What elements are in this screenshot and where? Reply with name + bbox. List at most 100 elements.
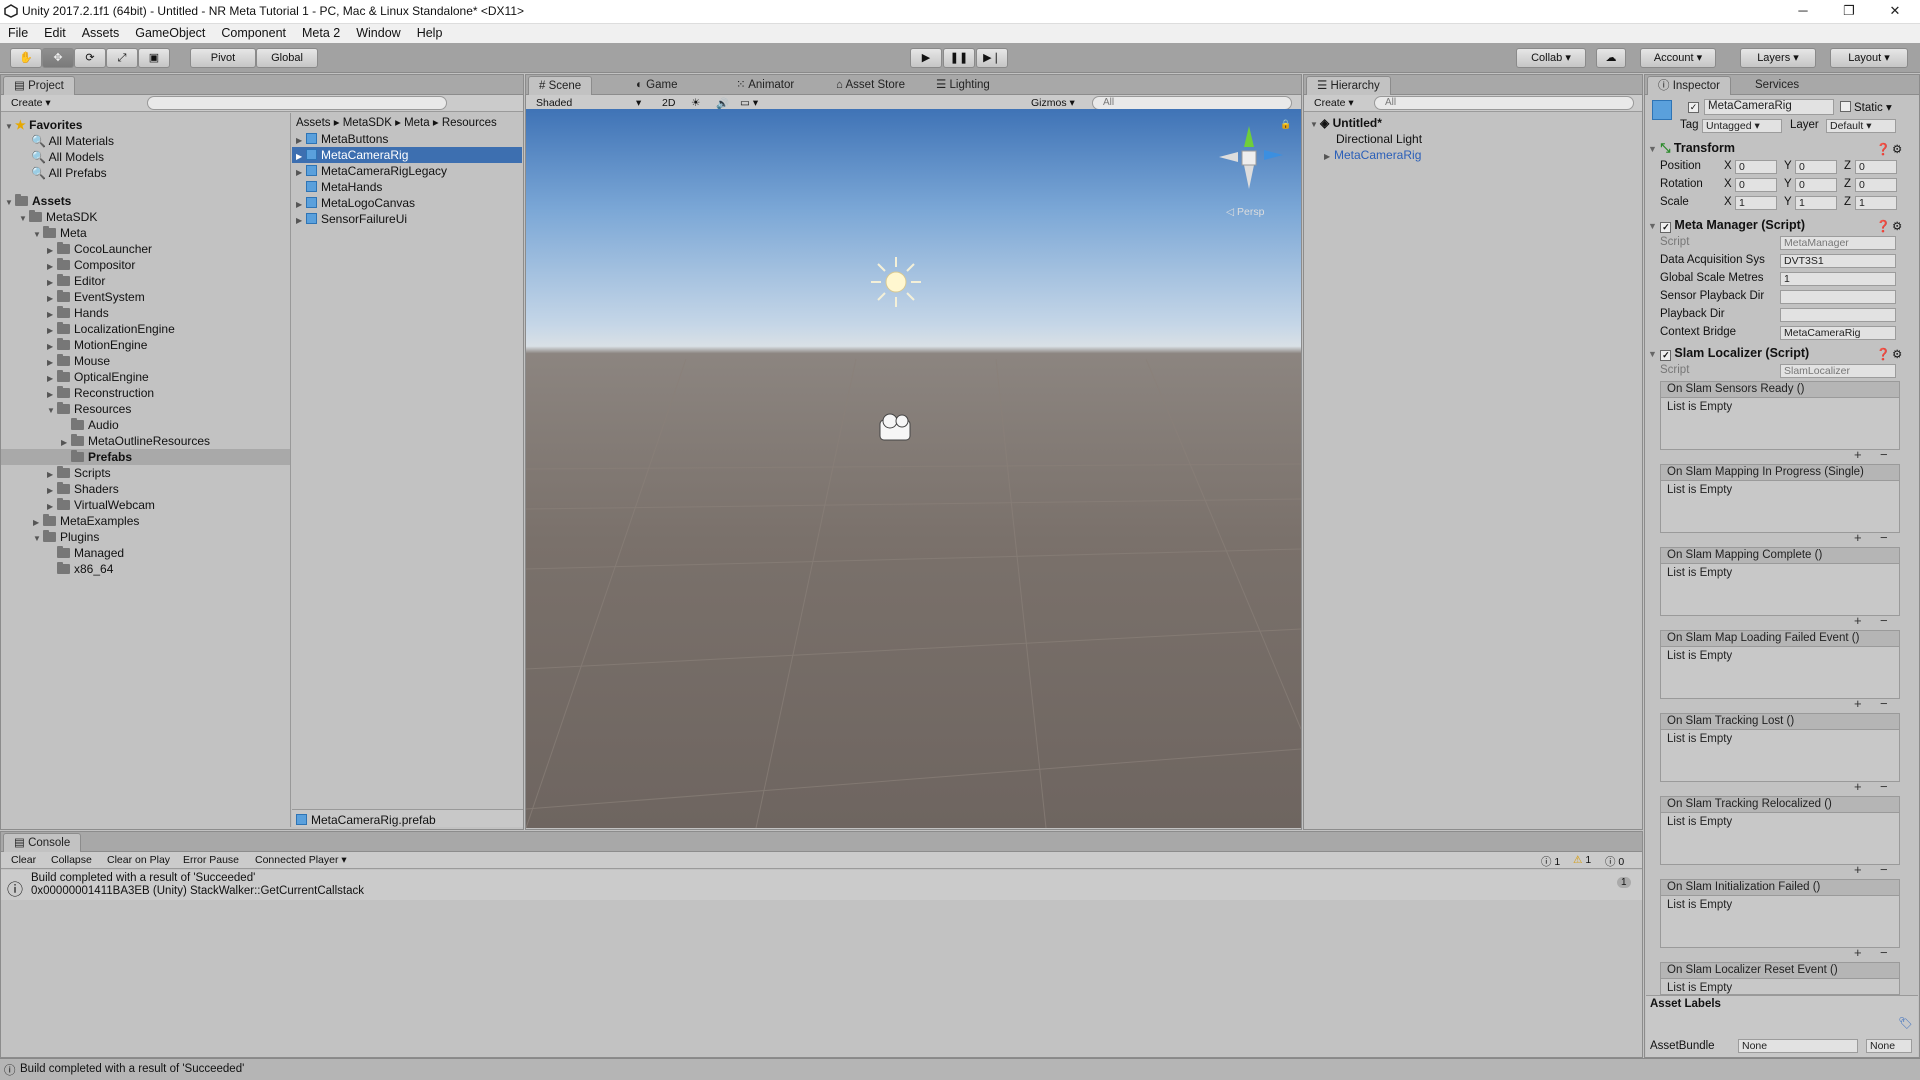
menu-help[interactable]: Help — [409, 24, 451, 43]
hierarchy-create-button[interactable]: Create ▾ — [1314, 97, 1354, 109]
tab-animator[interactable]: ⁙ Animator — [726, 76, 804, 95]
tree-item[interactable]: Audio — [61, 417, 119, 433]
tree-item[interactable]: x86_64 — [47, 561, 113, 577]
cloud-icon[interactable]: ☁ — [1596, 48, 1626, 68]
global-scale-field[interactable]: 1 — [1780, 272, 1896, 286]
remove-event-button[interactable]: − — [1880, 447, 1888, 462]
remove-event-button[interactable]: − — [1880, 945, 1888, 960]
menu-gameobject[interactable]: GameObject — [127, 24, 213, 43]
gear-icon[interactable]: ⚙ — [1892, 219, 1902, 233]
tag-dropdown[interactable]: Untagged ▾ — [1702, 119, 1782, 133]
add-event-button[interactable]: + — [1854, 530, 1862, 545]
persp-label[interactable]: ◁ Persp — [1226, 206, 1264, 218]
hierarchy-item[interactable]: Directional Light — [1336, 131, 1422, 147]
layout-dropdown[interactable]: Layout ▾ — [1830, 48, 1908, 68]
tab-asset-store[interactable]: ⌂ Asset Store — [826, 76, 915, 95]
gear-icon[interactable]: ⚙ — [1892, 347, 1902, 361]
hand-tool-icon[interactable]: ✋ — [10, 48, 42, 68]
tab-scene[interactable]: # Scene — [528, 76, 593, 95]
favorite-item[interactable]: 🔍 All Materials — [31, 133, 114, 149]
camera-icon[interactable] — [879, 413, 911, 441]
sun-icon[interactable] — [871, 257, 921, 307]
layers-dropdown[interactable]: Layers ▾ — [1740, 48, 1816, 68]
object-name-field[interactable]: MetaCameraRig — [1704, 99, 1834, 115]
remove-event-button[interactable]: − — [1880, 779, 1888, 794]
remove-event-button[interactable]: − — [1880, 530, 1888, 545]
add-event-button[interactable]: + — [1854, 862, 1862, 877]
console-collapse-button[interactable]: Collapse — [51, 854, 92, 866]
tab-inspector[interactable]: ⓘ Inspector — [1647, 76, 1732, 95]
step-button[interactable]: ▶❘ — [976, 48, 1008, 68]
play-button[interactable]: ▶ — [910, 48, 942, 68]
hierarchy-search-input[interactable]: All — [1374, 96, 1634, 110]
remove-event-button[interactable]: − — [1880, 613, 1888, 628]
console-log-entry[interactable]: ⓘ Build completed with a result of 'Succ… — [1, 870, 1642, 900]
scene-search-input[interactable]: All — [1092, 96, 1292, 110]
sensor-playback-field[interactable] — [1780, 290, 1896, 304]
lighting-toggle-icon[interactable]: ☀ — [691, 97, 700, 109]
playback-dir-field[interactable] — [1780, 308, 1896, 322]
tab-game[interactable]: ◐ Game — [626, 76, 687, 95]
tab-services[interactable]: Services — [1745, 76, 1809, 95]
menu-assets[interactable]: Assets — [74, 24, 128, 43]
info-count-toggle[interactable]: ⓘ 1 — [1541, 854, 1560, 869]
favorite-item[interactable]: 🔍 All Prefabs — [31, 165, 107, 181]
scale-x-field[interactable]: 1 — [1735, 196, 1777, 210]
gizmos-dropdown[interactable]: Gizmos ▾ — [1031, 97, 1075, 109]
shading-mode-arrow[interactable]: ▾ — [636, 97, 641, 109]
add-event-button[interactable]: + — [1854, 613, 1862, 628]
menu-meta2[interactable]: Meta 2 — [294, 24, 348, 43]
tree-item[interactable]: Managed — [47, 545, 124, 561]
menu-component[interactable]: Component — [213, 24, 294, 43]
project-create-button[interactable]: Create ▾ — [11, 97, 51, 109]
add-event-button[interactable]: + — [1854, 447, 1862, 462]
rotate-tool-icon[interactable]: ⟳ — [74, 48, 106, 68]
rotation-x-field[interactable]: 0 — [1735, 178, 1777, 192]
menu-file[interactable]: File — [0, 24, 36, 43]
console-connected-player-dropdown[interactable]: Connected Player ▾ — [255, 854, 347, 866]
context-bridge-field[interactable]: MetaCameraRig — [1780, 326, 1896, 340]
data-acquisition-dropdown[interactable]: DVT3S1 — [1780, 254, 1896, 268]
breadcrumb-item[interactable]: Resources — [442, 117, 497, 129]
file-item[interactable]: MetaHands — [296, 179, 382, 195]
add-event-button[interactable]: + — [1854, 779, 1862, 794]
active-checkbox[interactable]: ✓ — [1688, 100, 1702, 113]
breadcrumb-item[interactable]: MetaSDK — [343, 117, 392, 129]
restore-button[interactable]: ❐ — [1826, 0, 1872, 22]
tab-hierarchy[interactable]: ☰ Hierarchy — [1306, 76, 1391, 95]
remove-event-button[interactable]: − — [1880, 862, 1888, 877]
static-toggle[interactable]: Static ▾ — [1840, 100, 1892, 114]
minimize-button[interactable]: ─ — [1780, 0, 1826, 22]
menu-window[interactable]: Window — [348, 24, 408, 43]
move-tool-icon[interactable]: ✥ — [42, 48, 74, 68]
close-button[interactable]: ✕ — [1872, 0, 1918, 22]
layer-dropdown[interactable]: Default ▾ — [1826, 119, 1896, 133]
effects-toggle-icon[interactable]: ▭ ▾ — [740, 97, 758, 109]
help-icon[interactable]: ❓ — [1876, 347, 1890, 361]
tab-project[interactable]: ▤ Project — [3, 76, 75, 95]
asset-bundle-dropdown[interactable]: None — [1738, 1039, 1858, 1053]
scale-z-field[interactable]: 1 — [1855, 196, 1897, 210]
2d-toggle[interactable]: 2D — [662, 97, 675, 109]
console-clear-button[interactable]: Clear — [11, 854, 36, 866]
scene-viewport[interactable]: ◁ Persp 🔒 — [526, 109, 1301, 828]
lock-icon[interactable]: 🔒 — [1280, 119, 1291, 130]
add-event-button[interactable]: + — [1854, 945, 1862, 960]
shading-mode-dropdown[interactable]: Shaded — [536, 97, 572, 109]
pause-button[interactable]: ❚❚ — [943, 48, 975, 68]
console-error-pause-button[interactable]: Error Pause — [183, 854, 239, 866]
warning-count-toggle[interactable]: ⚠ 1 — [1573, 854, 1591, 866]
add-event-button[interactable]: + — [1854, 696, 1862, 711]
error-count-toggle[interactable]: ⓘ 0 — [1605, 854, 1624, 869]
console-clear-on-play-button[interactable]: Clear on Play — [107, 854, 170, 866]
position-z-field[interactable]: 0 — [1855, 160, 1897, 174]
rect-tool-icon[interactable]: ▣ — [138, 48, 170, 68]
tree-item-selected[interactable]: Prefabs — [61, 449, 132, 465]
favorite-item[interactable]: 🔍 All Models — [31, 149, 104, 165]
breadcrumb-item[interactable]: Meta — [404, 117, 430, 129]
rotation-z-field[interactable]: 0 — [1855, 178, 1897, 192]
transform-header[interactable]: ▼ ⤡ Transform — [1648, 141, 1735, 159]
rotation-y-field[interactable]: 0 — [1795, 178, 1837, 192]
gear-icon[interactable]: ⚙ — [1892, 142, 1902, 156]
hierarchy-item-prefab[interactable]: ▶ MetaCameraRig — [1324, 147, 1421, 165]
